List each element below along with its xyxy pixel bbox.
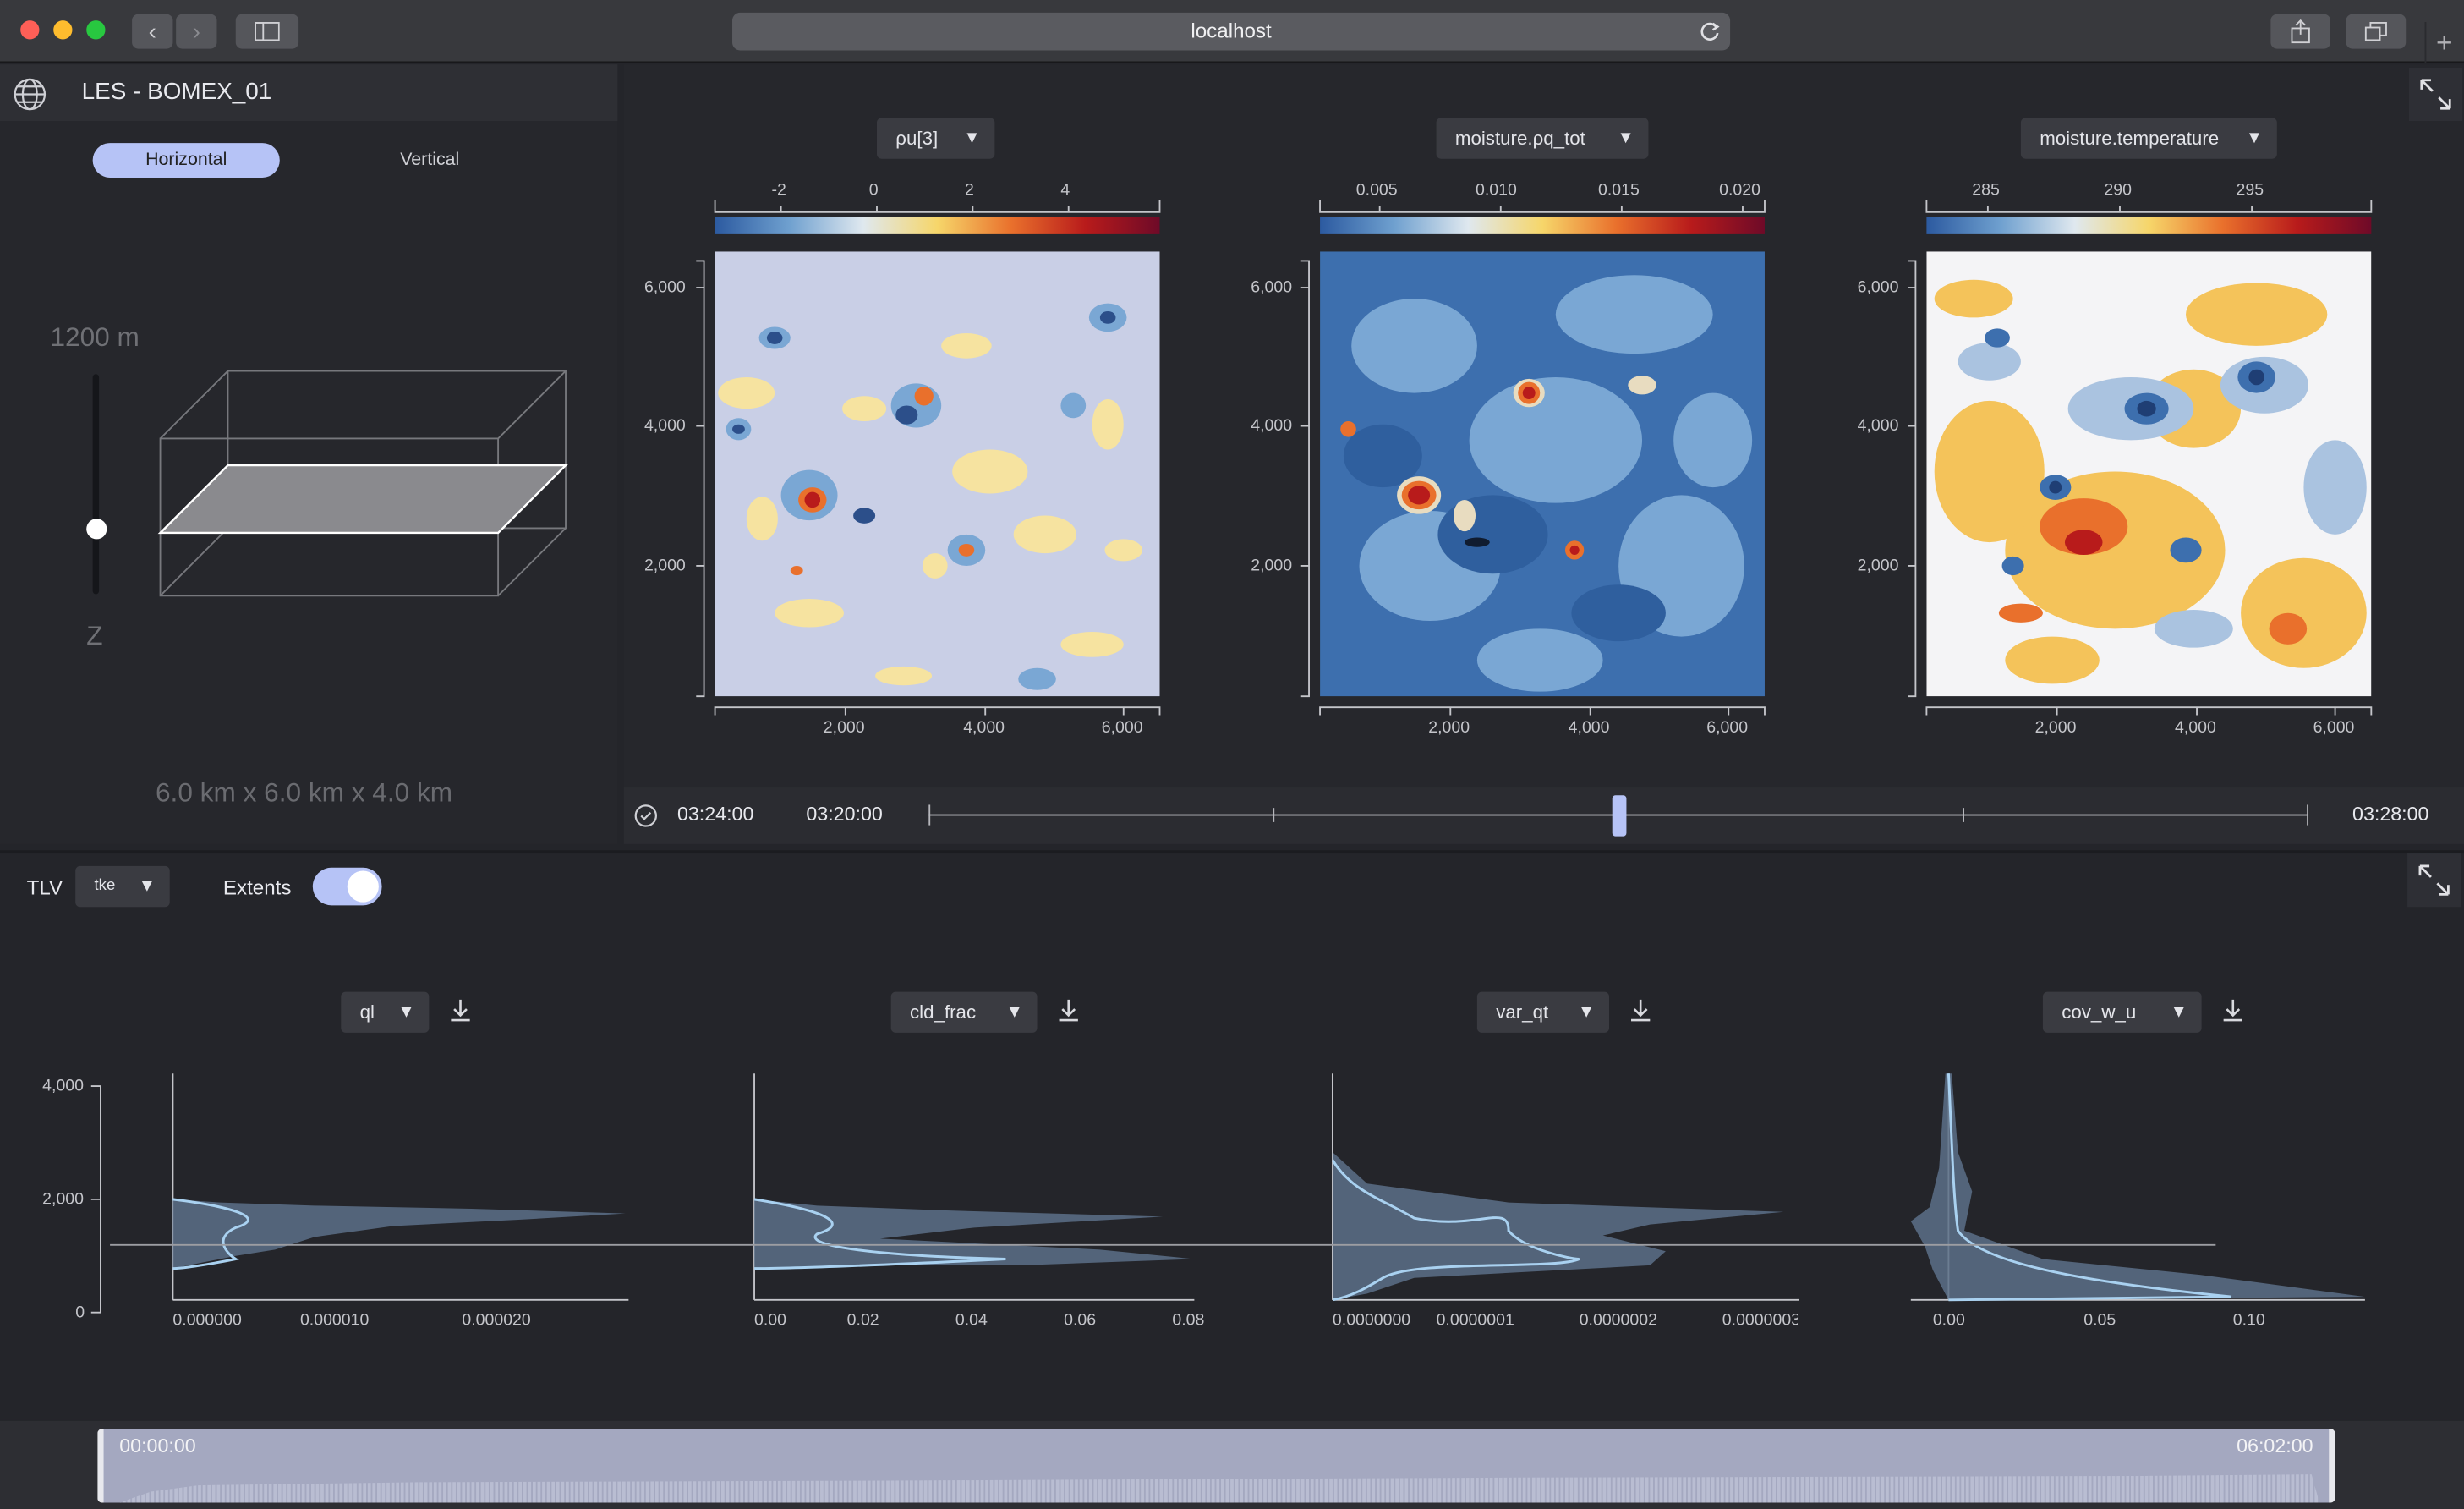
profile-2-x-tick: 0.00 bbox=[754, 1310, 787, 1331]
profile-1-x-tick: 0.000010 bbox=[299, 1310, 370, 1331]
window-end-time: 03:28:00 bbox=[2352, 803, 2429, 826]
profile-plots[interactable] bbox=[0, 853, 2464, 1357]
current-time: 03:24:00 bbox=[676, 803, 754, 826]
overview-brush[interactable]: 00:00:00 06:02:00 bbox=[97, 1429, 2335, 1503]
map-2-y-tick: 6,000 bbox=[1251, 277, 1293, 298]
overview-histogram bbox=[119, 1474, 2319, 1503]
overview-start-time: 00:00:00 bbox=[119, 1435, 196, 1457]
overview-timeline: 00:00:00 06:02:00 bbox=[0, 1420, 2464, 1509]
profile-2-x-tick: 0.02 bbox=[846, 1310, 879, 1331]
time-scrubber: 03:24:00 03:20:00 03:28:00 bbox=[623, 787, 2464, 844]
time-track-tick bbox=[928, 804, 931, 826]
map-3-y-tick: 2,000 bbox=[1857, 556, 1899, 576]
profile-2-x-tick: 0.04 bbox=[955, 1310, 988, 1331]
profile-4-x-tick: 0.00 bbox=[1932, 1310, 1965, 1331]
map-1-y-tick: 4,000 bbox=[643, 416, 686, 436]
map-1-x-tick: 6,000 bbox=[1101, 718, 1143, 738]
map-2-y-tick: 4,000 bbox=[1251, 416, 1293, 436]
time-handle[interactable] bbox=[1611, 795, 1626, 837]
overview-end-time: 06:02:00 bbox=[2237, 1435, 2313, 1457]
vertical-profiles-panel: TLV tke ▼ Extents ql ▼ cld_frac ▼ var_qt ▼ c… bbox=[0, 850, 2464, 1420]
profile-3-x-tick: 0.0000000 bbox=[1332, 1310, 1411, 1331]
profile-3-x-tick: 0.0000001 bbox=[1436, 1310, 1514, 1331]
map-1-y-tick: 2,000 bbox=[643, 556, 686, 576]
time-track-tick bbox=[2307, 804, 2308, 826]
map-2-x-tick: 6,000 bbox=[1706, 718, 1749, 738]
map-3-y-tick: 6,000 bbox=[1857, 277, 1899, 298]
contour-map-3[interactable] bbox=[1926, 251, 2372, 697]
contour-map-2[interactable] bbox=[1320, 251, 1765, 697]
profile-1-x-tick: 0.000020 bbox=[462, 1310, 531, 1331]
clock-icon[interactable] bbox=[633, 804, 659, 829]
time-track-tick bbox=[1273, 808, 1275, 822]
map-3-x-tick: 4,000 bbox=[2175, 718, 2216, 738]
map-1-x-tick: 4,000 bbox=[963, 718, 1005, 738]
map-1-y-tick: 6,000 bbox=[643, 277, 686, 298]
profile-2-x-tick: 0.06 bbox=[1064, 1310, 1097, 1331]
contour-map-1[interactable] bbox=[715, 251, 1160, 697]
map-3-y-tick: 4,000 bbox=[1857, 416, 1899, 436]
map-2-x-tick: 4,000 bbox=[1568, 718, 1610, 738]
profile-3-x-tick: 0.0000003 bbox=[1722, 1310, 1799, 1331]
profile-4-x-tick: 0.10 bbox=[2232, 1310, 2265, 1331]
colorbar-1 bbox=[715, 217, 1160, 234]
map-3-x-tick: 2,000 bbox=[2034, 718, 2077, 738]
map-2-y-tick: 2,000 bbox=[1251, 556, 1293, 576]
profile-4-x-tick: 0.05 bbox=[2083, 1310, 2116, 1331]
profile-3-x-tick: 0.0000002 bbox=[1579, 1310, 1657, 1331]
profile-1-x-tick: 0.000000 bbox=[172, 1310, 242, 1331]
map-2-x-tick: 2,000 bbox=[1428, 718, 1470, 738]
profile-2-x-tick: 0.08 bbox=[1172, 1310, 1205, 1331]
map-3-x-tick: 6,000 bbox=[2313, 718, 2355, 738]
colorbar-2 bbox=[1320, 217, 1765, 234]
map-1-x-tick: 2,000 bbox=[823, 718, 865, 738]
colorbar-3 bbox=[1926, 217, 2372, 234]
time-track-tick bbox=[1963, 808, 1964, 822]
window-start-time: 03:20:00 bbox=[806, 803, 883, 826]
